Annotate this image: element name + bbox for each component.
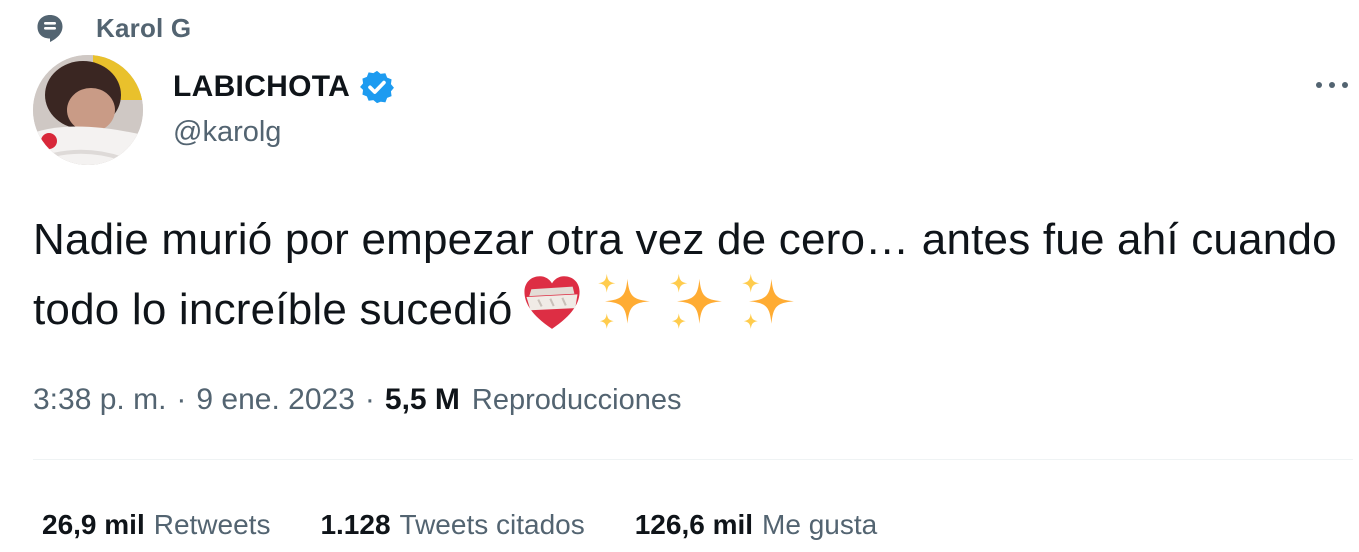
avatar[interactable] <box>33 55 143 165</box>
stat-label: Me gusta <box>762 509 878 540</box>
author-display-name[interactable]: LABICHOTA <box>173 70 350 104</box>
stat-value: 1.128 <box>320 509 391 540</box>
retweets-stat[interactable]: 26,9 mil Retweets <box>42 509 270 541</box>
verified-badge-icon <box>358 68 396 106</box>
mending-heart-emoji <box>523 276 580 329</box>
tweet-time[interactable]: 3:38 p. m. <box>33 383 166 417</box>
views-label: Reproducciones <box>471 383 682 416</box>
stat-value: 26,9 mil <box>42 509 145 540</box>
stat-label: Tweets citados <box>399 509 585 540</box>
likes-stat[interactable]: 126,6 mil Me gusta <box>635 509 877 541</box>
topic-context[interactable]: Karol G <box>34 8 191 48</box>
quote-tweets-stat[interactable]: 1.128 Tweets citados <box>320 509 584 541</box>
emoji-group <box>521 272 809 334</box>
engagement-stats: 26,9 mil Retweets 1.128 Tweets citados 1… <box>42 503 927 547</box>
sparkles-emoji <box>741 273 794 329</box>
tweet-text: Nadie murió por empezar otra vez de cero… <box>33 208 1343 342</box>
tweet-meta: 3:38 p. m. · 9 ene. 2023 · 5,5 M Reprodu… <box>33 378 682 422</box>
stat-value: 126,6 mil <box>634 509 754 540</box>
more-icon <box>1316 82 1348 88</box>
topic-label[interactable]: Karol G <box>96 13 191 44</box>
more-options-button[interactable] <box>1308 70 1356 100</box>
stat-label: Retweets <box>153 509 271 540</box>
author-name-row[interactable]: LABICHOTA <box>173 66 396 108</box>
sparkles-emoji <box>597 273 650 329</box>
divider <box>33 459 1353 460</box>
sparkles-emoji <box>669 273 722 329</box>
meta-separator: · <box>364 383 375 416</box>
author-handle[interactable]: @karolg <box>173 116 281 149</box>
views-count: 5,5 M <box>384 383 460 416</box>
tweet-date[interactable]: 9 ene. 2023 <box>196 383 354 417</box>
topic-icon <box>34 12 66 44</box>
tweet-card: Karol G LABICHOTA @karolg Nadie murió po… <box>0 0 1359 552</box>
meta-separator: · <box>176 383 187 416</box>
